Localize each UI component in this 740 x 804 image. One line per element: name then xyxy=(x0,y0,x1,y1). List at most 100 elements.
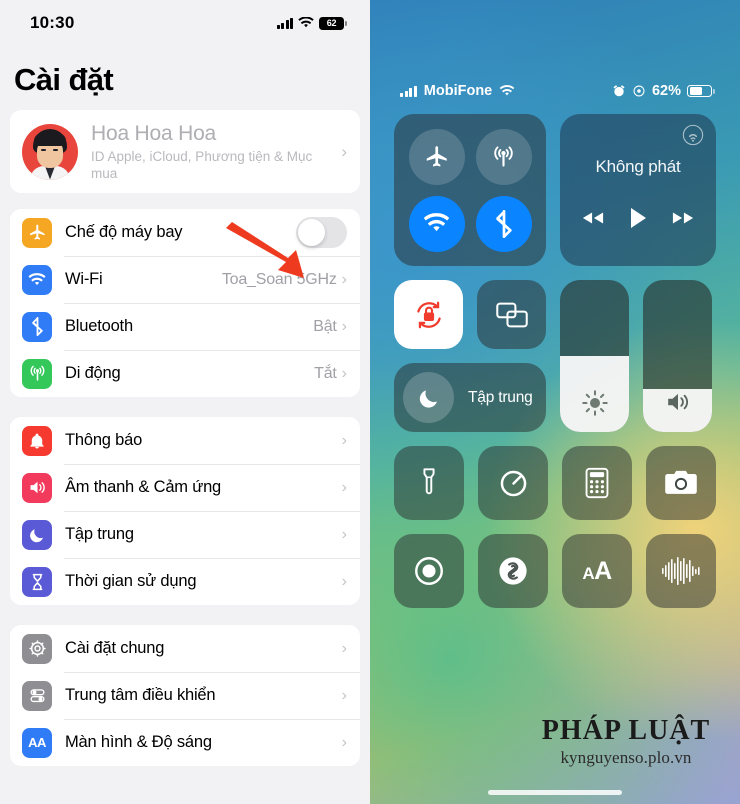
airplay-icon[interactable] xyxy=(682,124,704,146)
cellular-bars-icon xyxy=(276,17,293,29)
row-label: Wi-Fi xyxy=(65,270,103,288)
bell-icon xyxy=(22,425,52,456)
chevron-right-icon: › xyxy=(341,733,347,751)
media-title: Không phát xyxy=(595,157,681,176)
wifi-icon xyxy=(22,264,52,295)
status-bar: 10:30 62 xyxy=(0,0,370,46)
bluetooth-button[interactable] xyxy=(475,195,532,252)
focus-button[interactable]: Tập trung xyxy=(394,363,546,432)
cc-status-bar: MobiFone 62% xyxy=(370,74,740,108)
chevron-right-icon: › xyxy=(341,572,347,590)
rewind-icon[interactable] xyxy=(582,210,604,226)
moon-icon xyxy=(22,519,52,550)
apple-id-row[interactable]: Hoa Hoa Hoa ID Apple, iCloud, Phương tiệ… xyxy=(10,110,360,193)
fast-forward-icon[interactable] xyxy=(672,210,694,226)
wifi-icon xyxy=(499,85,515,96)
battery-indicator xyxy=(687,84,715,98)
timer-button[interactable] xyxy=(478,446,548,520)
bluetooth-icon xyxy=(22,311,52,342)
row-value: Tắt xyxy=(314,364,337,382)
text-size-button[interactable]: AA xyxy=(562,534,632,608)
row-cellular[interactable]: Di động Tắt › xyxy=(10,350,360,397)
cellular-data-button[interactable] xyxy=(475,128,532,185)
watermark-url: kynguyenso.plo.vn xyxy=(560,748,692,767)
chevron-right-icon: › xyxy=(341,478,347,496)
rotation-lock-icon xyxy=(633,85,645,97)
row-airplane-mode[interactable]: Chế độ máy bay xyxy=(10,209,360,256)
brightness-icon xyxy=(581,390,608,416)
media-module[interactable]: Không phát xyxy=(560,114,716,266)
carrier-name: MobiFone xyxy=(423,83,493,99)
rotation-lock-button[interactable] xyxy=(394,280,463,349)
chevron-right-icon: › xyxy=(341,525,347,543)
row-value: Toa_Soan 5GHz xyxy=(221,270,337,288)
row-display-brightness[interactable]: AA Màn hình & Độ sáng › xyxy=(10,719,360,766)
control-center-screen: MobiFone 62% Không phát Tập trung AA PHÁ… xyxy=(370,0,740,804)
alarm-clock-icon xyxy=(613,85,625,97)
connectivity-group: Chế độ máy bay Wi-Fi Toa_Soan 5GHz › Blu… xyxy=(10,209,360,397)
row-value: Bật xyxy=(313,317,337,335)
moon-icon xyxy=(403,372,454,423)
row-label: Trung tâm điều khiển xyxy=(65,686,216,704)
control-toggles-icon xyxy=(22,680,52,711)
chevron-right-icon: › xyxy=(341,141,347,161)
profile-subtitle: ID Apple, iCloud, Phương tiện & Mục mua xyxy=(91,149,313,181)
play-icon[interactable] xyxy=(628,207,648,229)
row-wifi[interactable]: Wi-Fi Toa_Soan 5GHz › xyxy=(10,256,360,303)
airplane-mode-button[interactable] xyxy=(408,128,465,185)
chevron-right-icon: › xyxy=(341,317,347,335)
connectivity-module xyxy=(394,114,546,266)
focus-label: Tập trung xyxy=(468,388,533,406)
wifi-icon xyxy=(298,17,314,28)
chevron-right-icon: › xyxy=(341,686,347,704)
row-label: Thời gian sử dụng xyxy=(65,572,197,590)
shazam-button[interactable] xyxy=(478,534,548,608)
chevron-right-icon: › xyxy=(341,270,347,288)
row-label: Âm thanh & Cảm ứng xyxy=(65,478,222,496)
general-group: Cài đặt chung › Trung tâm điều khiển › A… xyxy=(10,625,360,766)
screen-mirroring-button[interactable] xyxy=(477,280,546,349)
shazam-icon xyxy=(499,557,527,585)
profile-group: Hoa Hoa Hoa ID Apple, iCloud, Phương tiệ… xyxy=(10,110,360,193)
wifi-button[interactable] xyxy=(408,195,465,252)
screen-record-button[interactable] xyxy=(394,534,464,608)
chevron-right-icon: › xyxy=(341,639,347,657)
row-notifications[interactable]: Thông báo › xyxy=(10,417,360,464)
flashlight-button[interactable] xyxy=(394,446,464,520)
row-screen-time[interactable]: Thời gian sử dụng › xyxy=(10,558,360,605)
home-indicator[interactable] xyxy=(488,790,622,795)
row-label: Màn hình & Độ sáng xyxy=(65,733,212,751)
sound-wave-icon xyxy=(662,557,700,585)
chevron-right-icon: › xyxy=(341,431,347,449)
status-time: 10:30 xyxy=(30,13,75,32)
speaker-icon xyxy=(22,472,52,503)
row-label: Bluetooth xyxy=(65,317,133,335)
row-focus[interactable]: Tập trung › xyxy=(10,511,360,558)
text-size-icon: AA xyxy=(22,727,52,758)
volume-icon xyxy=(667,393,688,411)
calculator-button[interactable] xyxy=(562,446,632,520)
airplane-icon xyxy=(22,217,52,248)
hourglass-icon xyxy=(22,566,52,597)
row-sounds-haptics[interactable]: Âm thanh & Cảm ứng › xyxy=(10,464,360,511)
row-label: Cài đặt chung xyxy=(65,639,165,657)
camera-button[interactable] xyxy=(646,446,716,520)
avatar xyxy=(22,123,78,180)
row-bluetooth[interactable]: Bluetooth Bật › xyxy=(10,303,360,350)
cellular-antenna-icon xyxy=(22,358,52,389)
gear-icon xyxy=(22,633,52,664)
brightness-slider[interactable] xyxy=(560,280,629,432)
camera-icon xyxy=(665,470,697,494)
row-label: Chế độ máy bay xyxy=(65,223,183,241)
volume-slider[interactable] xyxy=(643,280,712,432)
row-control-center[interactable]: Trung tâm điều khiển › xyxy=(10,672,360,719)
notifications-group: Thông báo › Âm thanh & Cảm ứng › Tập tru… xyxy=(10,417,360,605)
watermark: PHÁP LUẬT kynguyenso.plo.vn xyxy=(526,713,726,768)
row-general[interactable]: Cài đặt chung › xyxy=(10,625,360,672)
row-label: Di động xyxy=(65,364,121,382)
settings-screen: 10:30 62 Cài đặt Hoa Hoa Hoa ID Apple, i… xyxy=(0,0,370,804)
profile-name: Hoa Hoa Hoa xyxy=(91,122,217,145)
voice-memo-button[interactable] xyxy=(646,534,716,608)
row-label: Thông báo xyxy=(65,431,143,449)
airplane-mode-toggle[interactable] xyxy=(296,217,347,248)
